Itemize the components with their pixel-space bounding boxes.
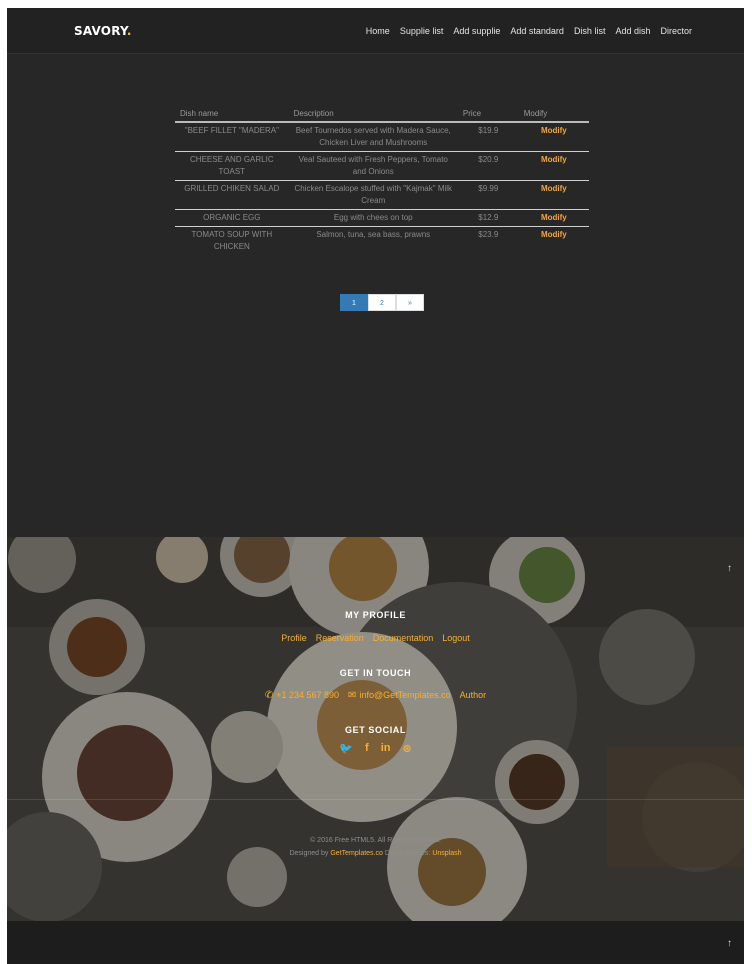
brand-name: SAVORY [74,24,127,38]
price-cell: $9.99 [457,180,519,210]
footer-divider [7,799,744,800]
scroll-top-button[interactable]: ↑ [727,938,732,949]
brand-dot: . [126,24,132,38]
get-social-heading: GET SOCIAL [344,725,406,735]
description-cell: Beef Tournedos served with Madera Sauce,… [288,122,458,152]
nav-add-standard[interactable]: Add standard [510,26,564,36]
footer-link-documentation[interactable]: Documentation [373,633,434,643]
table-row: CHEESE AND GARLIC TOAST Veal Sauteed wit… [175,151,589,181]
table-row: GRILLED CHIKEN SALAD Chicken Escalope st… [175,180,589,210]
table-header-row: Dish name Description Price Modify [175,107,589,123]
credits-line: Designed by GetTemplates.co Demo Images:… [7,850,744,857]
profile-links: Profile Reservation Documentation Logout [7,633,744,643]
table-row: ORGANIC EGG Egg with chees on top $12.9 … [175,209,589,227]
description-cell: Salmon, tuna, sea bass, prawns [316,230,431,239]
page-2-button[interactable]: 2 [368,294,396,311]
my-profile-heading: MY PROFILE [345,610,406,620]
dish-name-cell: GRILLED CHIKEN SALAD [175,180,289,210]
unsplash-link[interactable]: Unsplash [432,850,461,857]
header-description: Description [288,107,458,123]
page-1-button[interactable]: 1 [340,294,368,311]
brand-logo[interactable]: SAVORY. [74,24,132,38]
author-link[interactable]: Author [460,690,487,701]
copyright-text: © 2016 Free HTML5. All Rights Reserved. [310,837,441,844]
price-cell: $20.9 [457,151,519,181]
header-dish-name: Dish name [175,107,289,123]
header-modify: Modify [518,107,589,123]
gettemplates-link[interactable]: GetTemplates.co [330,850,383,857]
nav-add-supplie[interactable]: Add supplie [453,26,500,36]
top-navbar: SAVORY. Home Supplie list Add supplie Ad… [7,8,744,54]
twitter-icon[interactable]: 🐦 [339,742,353,755]
contact-links: ✆ +1 234 567 890 ✉ info@GetTemplates.co Au… [7,690,744,701]
footer-link-profile[interactable]: Profile [281,633,307,643]
table-row: "BEEF FILLET "MADERA" Beef Tournedos ser… [175,122,589,152]
back-to-top-button[interactable]: ↑ [727,563,732,574]
dish-table-container: Dish name Description Price Modify "BEEF… [175,107,589,255]
modify-link[interactable]: Modify [519,227,589,256]
dish-name-cell: ORGANIC EGG [175,209,289,227]
phone-number: +1 234 567 890 [276,690,340,700]
footer: MY PROFILE Profile Reservation Documenta… [7,537,744,921]
email-address: info@GetTemplates.co [359,690,451,700]
main-nav: Home Supplie list Add supplie Add standa… [366,26,692,36]
phone-icon: ✆ [264,690,274,701]
get-in-touch-heading: GET IN TOUCH [339,668,412,678]
phone-link[interactable]: ✆ +1 234 567 890 [265,690,339,701]
social-icons: 🐦 f in ⊛ [7,742,744,755]
nav-supplie-list[interactable]: Supplie list [400,26,444,36]
dish-name-cell: TOMATO SOUP WITH CHICKEN [191,230,273,251]
nav-director[interactable]: Director [660,26,692,36]
modify-link[interactable]: Modify [518,180,589,210]
footer-link-logout[interactable]: Logout [442,633,470,643]
dish-table: Dish name Description Price Modify "BEEF… [175,107,589,255]
dish-name-cell: "BEEF FILLET "MADERA" [175,122,289,152]
nav-home[interactable]: Home [366,26,390,36]
table-row: TOMATO SOUP WITH CHICKEN Salmon, tuna, s… [175,227,589,256]
demo-images-label: Demo Images: [384,850,431,857]
nav-add-dish[interactable]: Add dish [615,26,650,36]
next-page-button[interactable]: » [396,294,424,311]
dribbble-icon[interactable]: ⊛ [402,742,411,755]
price-cell: $23.9 [478,230,499,239]
modify-link[interactable]: Modify [518,209,589,227]
bottom-bar: ↑ [7,921,744,964]
pagination: 1 2 » [340,294,424,311]
price-cell: $12.9 [457,209,519,227]
facebook-icon[interactable]: f [365,742,369,755]
description-cell: Veal Sauteed with Fresh Peppers, Tomato … [288,151,458,181]
price-cell: $19.9 [457,122,519,152]
header-price: Price [457,107,519,123]
footer-link-reservation[interactable]: Reservation [316,633,364,643]
description-cell: Chicken Escalope stuffed with "Kajmak" M… [288,180,458,210]
linkedin-icon[interactable]: in [381,742,391,755]
modify-link[interactable]: Modify [518,122,589,152]
designed-by-label: Designed by [289,850,329,857]
email-link[interactable]: ✉ info@GetTemplates.co [348,690,451,701]
envelope-icon: ✉ [348,690,357,701]
nav-dish-list[interactable]: Dish list [574,26,606,36]
description-cell: Egg with chees on top [288,209,458,227]
modify-link[interactable]: Modify [518,151,589,181]
page-frame: SAVORY. Home Supplie list Add supplie Ad… [7,8,744,964]
dish-name-cell: CHEESE AND GARLIC TOAST [175,151,289,181]
